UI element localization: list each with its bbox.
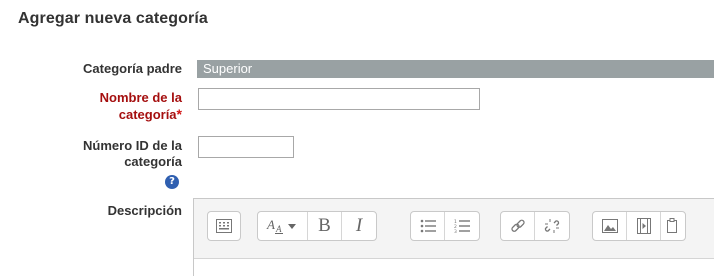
paste-icon xyxy=(667,218,679,234)
svg-text:A: A xyxy=(266,217,275,232)
font-style-button[interactable]: A A xyxy=(258,212,308,240)
toolbar-group-lists: 1 2 3 xyxy=(410,211,480,241)
unordered-list-button[interactable] xyxy=(411,212,445,240)
image-icon xyxy=(601,219,618,233)
svg-text:A: A xyxy=(275,224,282,234)
svg-text:3: 3 xyxy=(454,229,457,233)
parent-category-label: Categoría padre xyxy=(83,61,182,76)
toolbar-toggle-button[interactable] xyxy=(208,212,240,240)
editor-toolbar: A A B I 1 2 3 xyxy=(194,199,714,259)
ordered-list-icon: 1 2 3 xyxy=(454,219,470,233)
category-name-input[interactable] xyxy=(198,88,480,110)
ordered-list-button[interactable]: 1 2 3 xyxy=(445,212,479,240)
unlink-icon xyxy=(544,218,560,234)
category-name-label-text: categoría xyxy=(118,107,177,122)
italic-button[interactable]: I xyxy=(342,212,376,240)
description-label: Descripción xyxy=(107,203,182,218)
link-icon xyxy=(510,218,526,234)
font-style-icon: A A xyxy=(266,217,300,235)
help-icon[interactable]: ? xyxy=(165,175,179,189)
toolbar-group-media xyxy=(592,211,686,241)
description-editor[interactable]: A A B I 1 2 3 xyxy=(193,198,714,276)
idnumber-label: Número ID de la categoría xyxy=(83,138,182,170)
category-name-label-line1: Nombre de la xyxy=(99,90,182,105)
paste-button[interactable] xyxy=(661,212,685,240)
category-name-label-line2: categoría* xyxy=(100,106,182,123)
toolbar-toggle-icon xyxy=(216,219,232,233)
page-title: Agregar nueva categoría xyxy=(18,10,208,27)
toolbar-group-toggle xyxy=(207,211,241,241)
parent-category-select[interactable]: Superior xyxy=(197,60,714,78)
video-button[interactable] xyxy=(627,212,661,240)
toolbar-group-style: A A B I xyxy=(257,211,377,241)
image-button[interactable] xyxy=(593,212,627,240)
video-icon xyxy=(636,218,651,234)
toolbar-group-links xyxy=(500,211,570,241)
required-icon: * xyxy=(176,106,182,122)
category-name-label: Nombre de la categoría* xyxy=(100,90,182,123)
idnumber-label-line1: Número ID de la xyxy=(83,138,182,153)
idnumber-label-line2: categoría xyxy=(124,154,182,169)
unlink-button[interactable] xyxy=(535,212,569,240)
bold-button[interactable]: B xyxy=(308,212,342,240)
link-button[interactable] xyxy=(501,212,535,240)
unordered-list-icon xyxy=(420,219,436,233)
idnumber-input[interactable] xyxy=(198,136,294,158)
